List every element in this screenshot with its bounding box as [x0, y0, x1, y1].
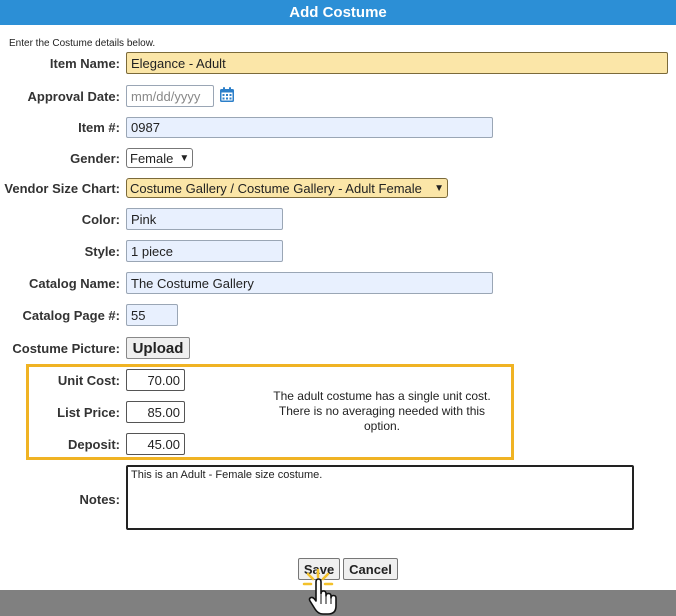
gender-select-value: Female	[130, 150, 174, 166]
notes-label: Notes:	[79, 492, 120, 507]
pricing-callout-text: The adult costume has a single unit cost…	[273, 389, 491, 433]
color-input[interactable]: Pink	[126, 208, 283, 230]
deposit-label: Deposit:	[68, 437, 120, 452]
deposit-input[interactable]: 45.00	[126, 433, 185, 455]
catalog-name-input[interactable]: The Costume Gallery	[126, 272, 493, 294]
approval-date-label: Approval Date:	[27, 89, 120, 104]
list-price-input[interactable]: 85.00	[126, 401, 185, 423]
item-name-label: Item Name:	[49, 56, 120, 71]
hand-pointer-cursor-icon	[302, 568, 337, 615]
catalog-page-input[interactable]: 55	[126, 304, 178, 326]
item-number-input[interactable]: 0987	[126, 117, 493, 138]
unit-cost-input[interactable]: 70.00	[126, 369, 185, 391]
style-label: Style:	[84, 244, 120, 259]
catalog-page-label: Catalog Page #:	[22, 308, 120, 323]
style-input[interactable]: 1 piece	[126, 240, 283, 262]
dialog-title: Add Costume	[0, 0, 676, 25]
costume-picture-label: Costume Picture:	[12, 341, 120, 356]
chevron-down-icon: ▼	[179, 152, 190, 164]
calendar-icon[interactable]	[219, 86, 235, 103]
gender-label: Gender:	[70, 151, 120, 166]
item-number-label: Item #:	[78, 120, 120, 135]
instructions-text: Enter the Costume details below.	[9, 38, 156, 49]
item-name-input[interactable]: Elegance - Adult	[126, 52, 668, 74]
upload-button[interactable]: Upload	[126, 337, 190, 359]
catalog-name-label: Catalog Name:	[28, 276, 120, 291]
cancel-button[interactable]: Cancel	[343, 558, 398, 580]
gender-select[interactable]: Female ▼	[126, 148, 193, 168]
approval-date-input[interactable]: mm/dd/yyyy	[126, 85, 214, 107]
notes-textarea[interactable]: This is an Adult - Female size costume.	[126, 465, 634, 530]
vendor-size-chart-value: Costume Gallery / Costume Gallery - Adul…	[130, 180, 422, 196]
unit-cost-label: Unit Cost:	[57, 373, 120, 388]
chevron-down-icon: ▼	[434, 182, 444, 194]
vendor-size-chart-label: Vendor Size Chart:	[4, 181, 120, 196]
list-price-label: List Price:	[57, 405, 120, 420]
vendor-size-chart-select[interactable]: Costume Gallery / Costume Gallery - Adul…	[126, 178, 448, 198]
color-label: Color:	[81, 212, 120, 227]
